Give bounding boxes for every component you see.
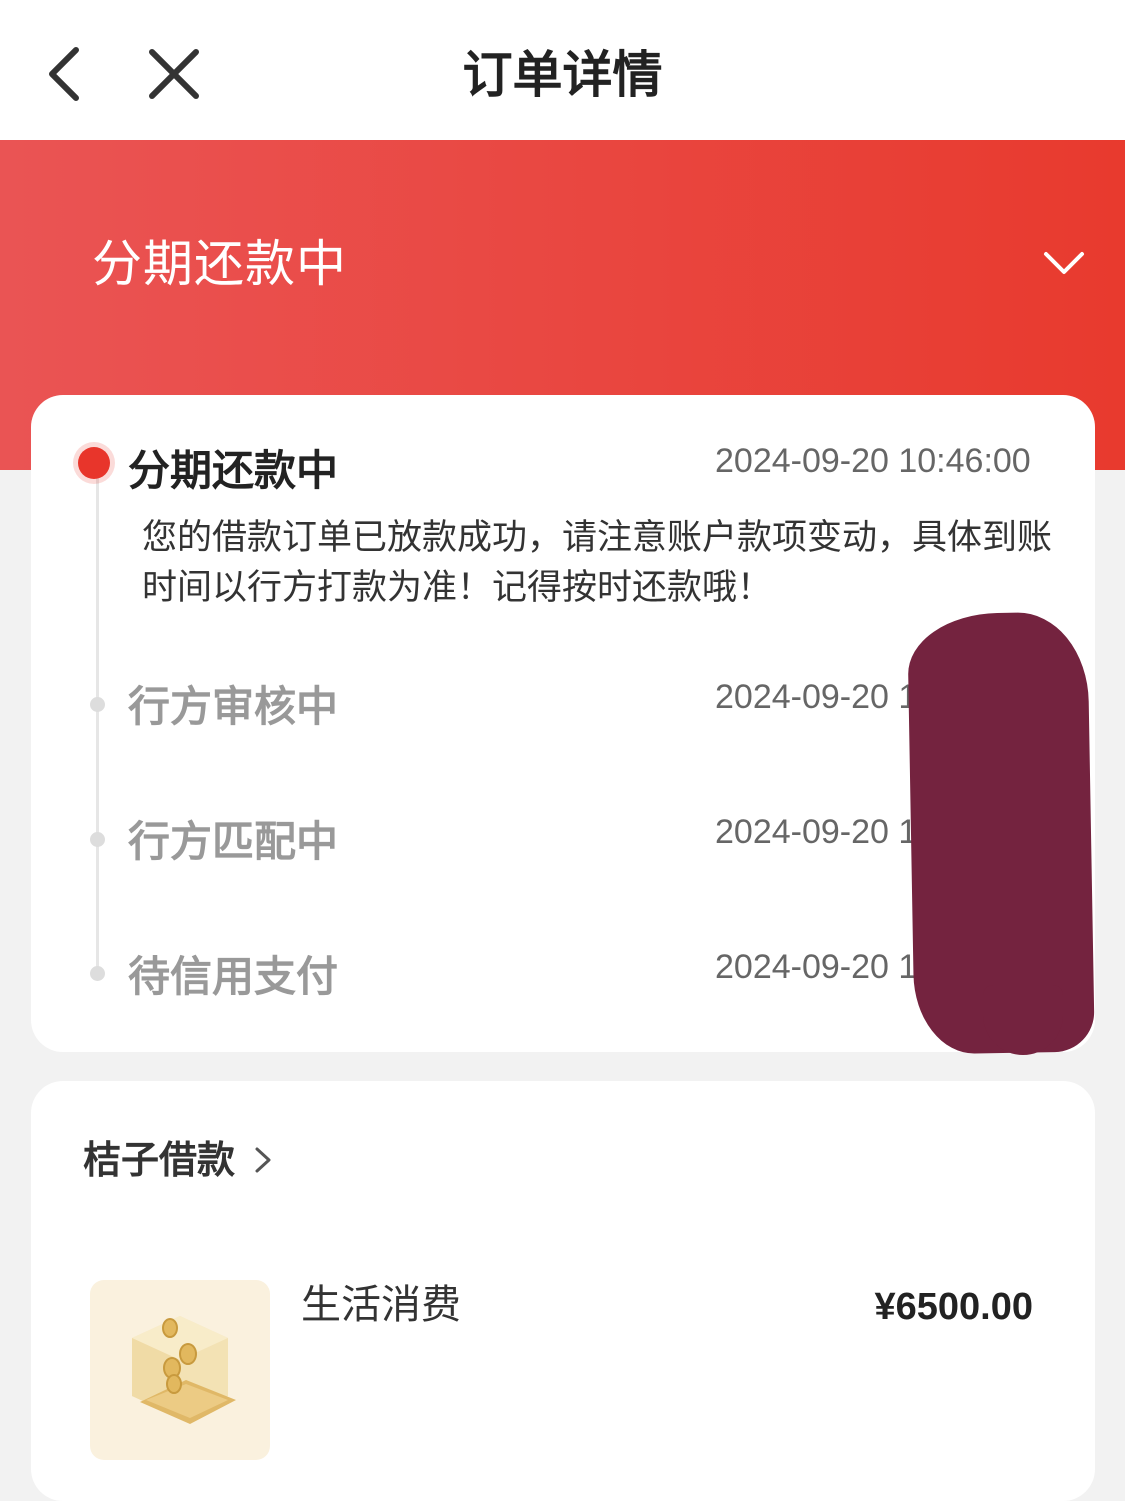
timeline-time-1: 2024-09-20 10:46:00 [715,442,1031,480]
shop-link[interactable]: 桔子借款 [83,1133,275,1187]
timeline-title-2: 行方审核中 [128,682,339,731]
timeline-title-3: 行方匹配中 [128,817,339,866]
product-thumbnail[interactable] [90,1280,270,1460]
chevron-down-icon [1044,252,1084,274]
timeline-line [96,475,99,975]
timeline-dot [90,966,105,981]
timeline-dot-active [78,447,110,479]
shop-name: 桔子借款 [83,1138,236,1182]
banner-status-text: 分期还款中 [92,235,347,293]
timeline-dot [90,832,105,847]
timeline-time-3: 2024-09-20 1 [715,813,918,851]
timeline-card: 分期还款中 2024-09-20 10:46:00 您的借款订单已放款成功，请注… [31,395,1095,1055]
timeline-time-2: 2024-09-20 1 [715,678,918,716]
timeline-dot [90,697,105,712]
product-price: ¥6500.00 [874,1286,1034,1328]
product-name: 生活消费 [301,1282,461,1328]
timeline-desc-1: 您的借款订单已放款成功，请注意账户款项变动，具体到账时间以行方打款为准！记得按时… [142,518,1053,608]
timeline-title-1: 分期还款中 [128,446,339,495]
timeline-time-4: 2024-09-20 1 [715,948,918,986]
product-card: 桔子借款 生活消费 ¥6500.00 [31,1081,1095,1501]
nav-bar: 订单详情 [0,0,1125,140]
coin-box-icon [132,1316,236,1424]
page-title: 订单详情 [462,46,663,104]
banner-toggle-button[interactable] [1036,244,1092,284]
timeline-title-4: 待信用支付 [128,952,339,1001]
chevron-right-icon [255,1147,271,1173]
